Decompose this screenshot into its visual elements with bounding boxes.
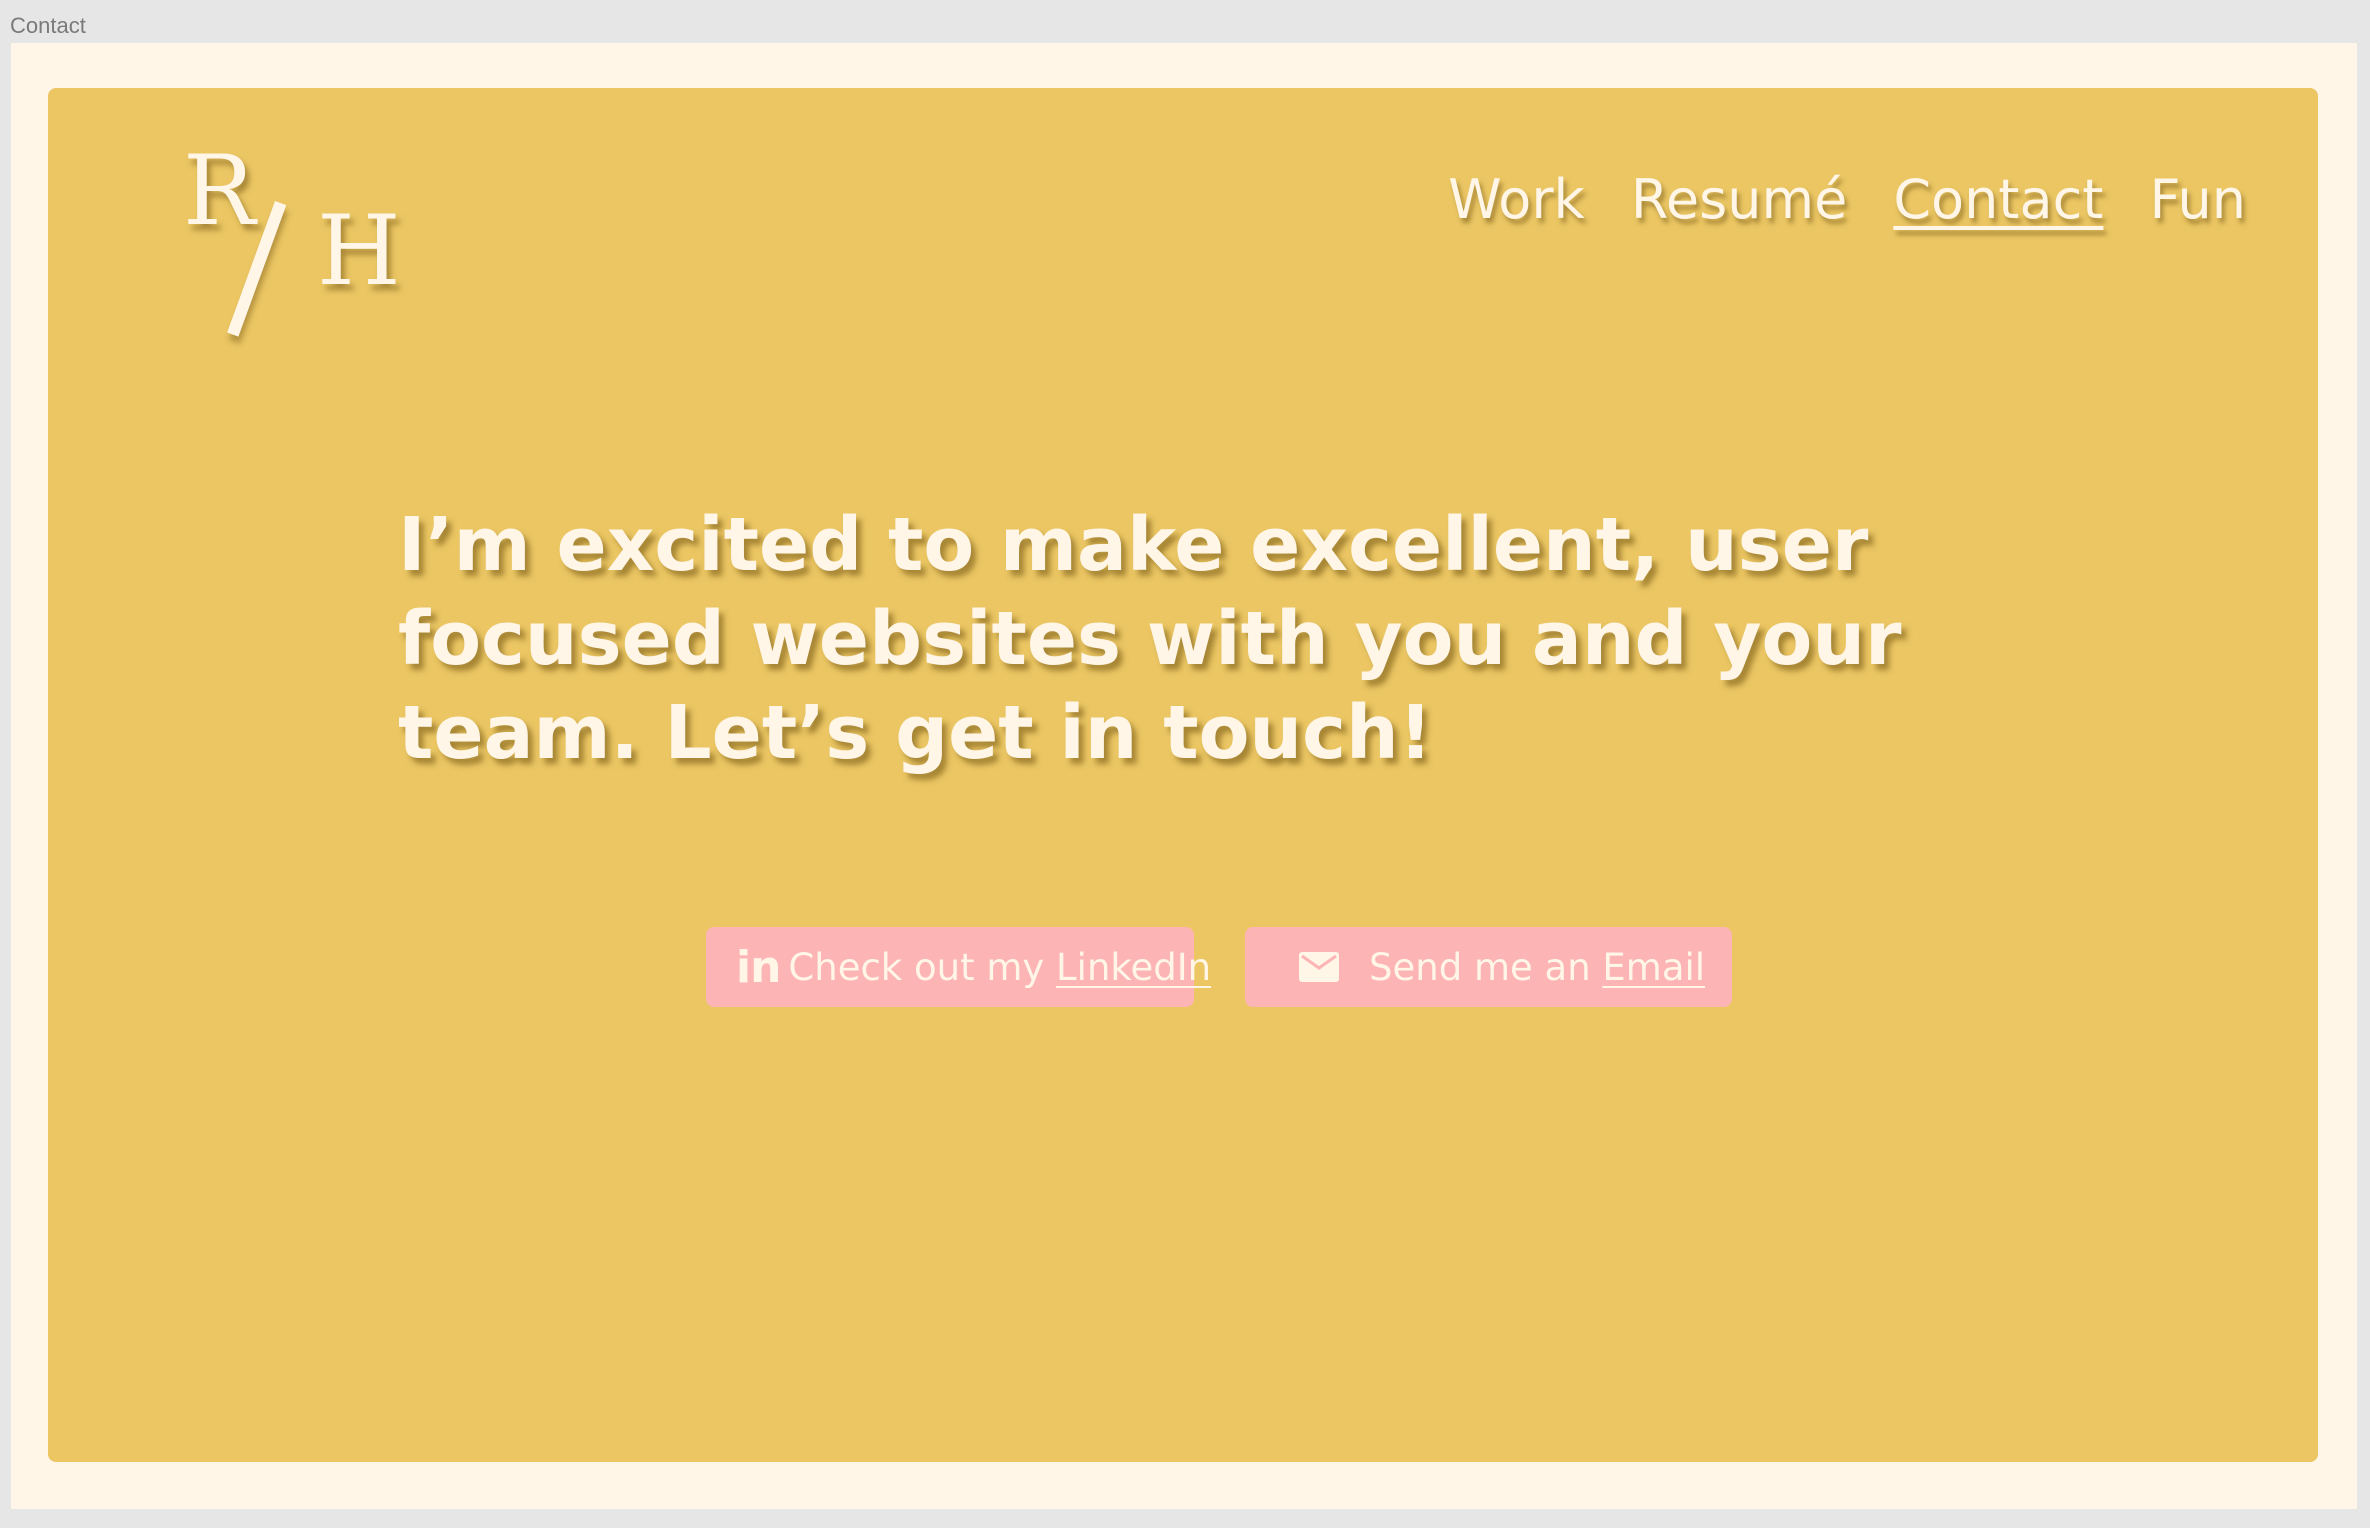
- main-nav: Work Resumé Contact Fun: [1448, 168, 2246, 231]
- mail-icon: [1299, 952, 1339, 982]
- logo[interactable]: R H: [183, 135, 423, 337]
- nav-resume[interactable]: Resumé: [1631, 168, 1848, 231]
- logo-letter-r: R: [183, 135, 256, 247]
- email-button-prefix: Send me an: [1369, 945, 1603, 989]
- linkedin-link[interactable]: LinkedIn: [1056, 946, 1211, 989]
- email-link[interactable]: Email: [1602, 946, 1705, 989]
- linkedin-button[interactable]: in Check out my LinkedIn: [706, 927, 1211, 1007]
- nav-fun[interactable]: Fun: [2149, 168, 2246, 231]
- hero-card: R H Work Resumé Contact Fun I’m excited …: [48, 88, 2318, 1462]
- frame-label: Contact: [10, 13, 86, 38]
- logo-letter-h: H: [317, 195, 401, 307]
- nav-contact[interactable]: Contact: [1893, 168, 2103, 231]
- linkedin-icon: in: [736, 941, 781, 993]
- hero-headline: I’m excited to make excellent, user focu…: [398, 502, 1902, 776]
- linkedin-button-prefix: Check out my: [788, 945, 1057, 989]
- page-frame: R H Work Resumé Contact Fun I’m excited …: [11, 43, 2357, 1509]
- email-button[interactable]: Send me an Email: [1245, 927, 1732, 1007]
- nav-work[interactable]: Work: [1448, 168, 1585, 231]
